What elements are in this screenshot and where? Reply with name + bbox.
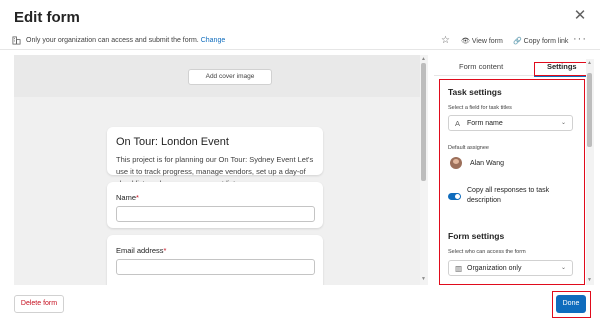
- chevron-down-icon: ⌄: [560, 120, 566, 126]
- email-input[interactable]: [116, 259, 315, 275]
- add-cover-image-button[interactable]: Add cover image: [188, 69, 272, 85]
- email-label-text: Email address: [116, 246, 164, 255]
- avatar: [450, 157, 462, 169]
- text-field-icon: A: [455, 119, 461, 128]
- task-title-field-value: Form name: [467, 119, 503, 127]
- organization-icon: ▥: [455, 264, 463, 273]
- star-icon[interactable]: ☆: [441, 35, 450, 46]
- form-settings-heading: Form settings: [448, 231, 505, 241]
- panel-tabs: Form content Settings: [434, 58, 588, 77]
- required-mark: *: [136, 193, 139, 202]
- access-value: Organization only: [467, 264, 522, 272]
- organization-icon: [12, 36, 21, 45]
- tab-form-content[interactable]: Form content: [459, 62, 503, 71]
- access-label: Select who can access the form: [448, 249, 526, 255]
- scroll-down-icon[interactable]: ▼: [587, 277, 592, 283]
- delete-form-button[interactable]: Delete form: [14, 295, 64, 313]
- required-mark: *: [163, 246, 167, 255]
- email-question-label: Email address*: [116, 246, 166, 255]
- link-icon: 🔗: [513, 38, 522, 45]
- email-question-card[interactable]: Email address*: [107, 235, 323, 285]
- form-header-card[interactable]: On Tour: London Event This project is fo…: [107, 127, 323, 188]
- name-question-card[interactable]: Name*: [107, 182, 323, 228]
- settings-panel: Form content Settings Task settings Sele…: [434, 56, 596, 286]
- scrollbar-thumb[interactable]: [587, 73, 592, 147]
- task-settings-heading: Task settings: [448, 87, 502, 97]
- name-question-label: Name*: [116, 193, 139, 202]
- eye-icon: 👁: [461, 38, 470, 45]
- form-preview-canvas: Add cover image On Tour: London Event Th…: [14, 55, 420, 285]
- dialog-title: Edit form: [14, 9, 80, 26]
- chevron-down-icon: ⌄: [560, 265, 566, 271]
- done-button[interactable]: Done: [556, 295, 586, 313]
- access-info-bar: Only your organization can access and su…: [0, 33, 600, 50]
- scroll-down-icon[interactable]: ▼: [421, 276, 426, 282]
- edit-form-dialog: Edit form ✕ Only your organization can a…: [0, 0, 600, 321]
- task-title-field-dropdown[interactable]: A Form name ⌄: [448, 115, 573, 131]
- name-input[interactable]: [116, 206, 315, 222]
- view-form-button[interactable]: 👁 View form: [461, 37, 503, 45]
- more-options-icon[interactable]: ···: [573, 33, 587, 45]
- copy-form-link-button[interactable]: 🔗 Copy form link: [513, 37, 568, 45]
- panel-scrollbar[interactable]: ▲ ▼: [586, 59, 594, 285]
- dialog-footer: Delete form Done: [0, 286, 600, 321]
- access-message: Only your organization can access and su…: [26, 37, 225, 44]
- view-form-label: View form: [471, 38, 503, 45]
- scroll-up-icon[interactable]: ▲: [587, 60, 592, 66]
- done-button-highlight: Done: [552, 291, 591, 318]
- scrollbar-thumb[interactable]: [421, 63, 426, 181]
- default-assignee-label: Default assignee: [448, 145, 489, 151]
- copy-responses-toggle[interactable]: [448, 193, 461, 200]
- access-message-text: Only your organization can access and su…: [26, 37, 199, 44]
- task-title-field-label: Select a field for task titles: [448, 105, 512, 111]
- close-icon[interactable]: ✕: [572, 8, 588, 24]
- settings-content: Task settings Select a field for task ti…: [439, 79, 585, 285]
- tab-settings[interactable]: Settings: [547, 62, 577, 71]
- copy-form-link-label: Copy form link: [523, 38, 569, 45]
- access-dropdown[interactable]: ▥ Organization only ⌄: [448, 260, 573, 276]
- assignee-name[interactable]: Alan Wang: [470, 160, 504, 167]
- copy-responses-label: Copy all responses to task description: [467, 187, 550, 204]
- form-title: On Tour: London Event: [116, 136, 229, 148]
- cover-area: Add cover image: [14, 55, 420, 97]
- name-label-text: Name: [116, 193, 137, 202]
- scroll-up-icon[interactable]: ▲: [421, 56, 426, 62]
- canvas-scrollbar[interactable]: ▲ ▼: [420, 55, 428, 285]
- change-link[interactable]: Change: [201, 37, 226, 44]
